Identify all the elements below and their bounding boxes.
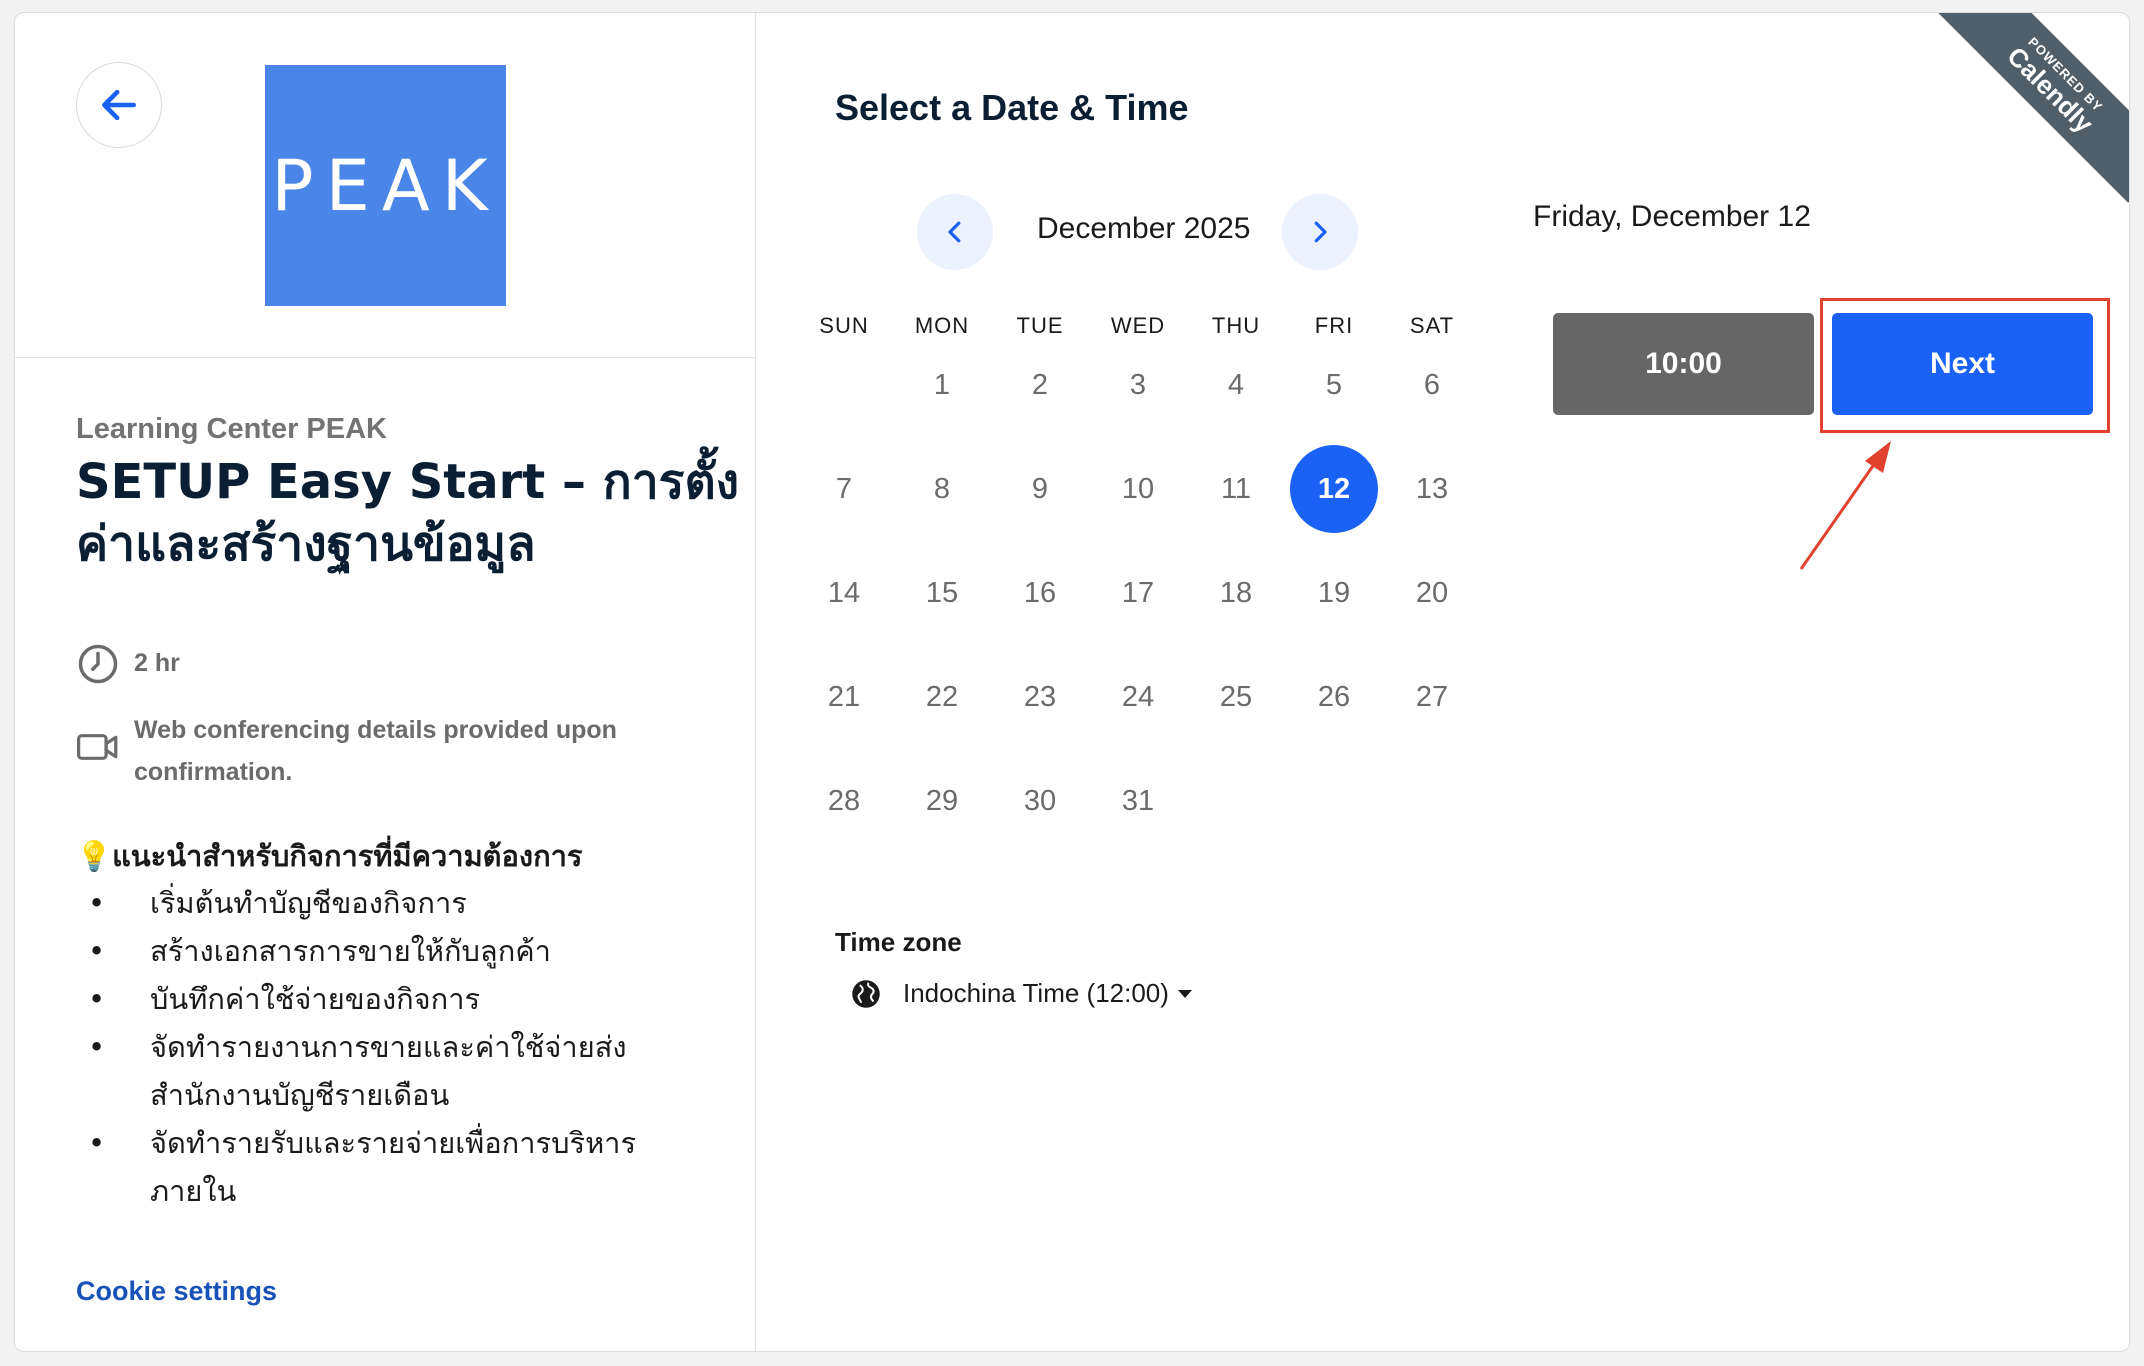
weekday-label: WED (1110, 313, 1166, 338)
company-logo: PEAK (265, 65, 506, 306)
calendar-day[interactable]: 2 (996, 341, 1084, 429)
calendar-day[interactable]: 3 (1094, 341, 1182, 429)
calendar-day[interactable]: 31 (1094, 757, 1182, 845)
timezone-select[interactable]: Indochina Time (12:00) (851, 978, 1193, 1009)
conferencing-row: Web conferencing details provided upon c… (76, 709, 696, 793)
calendar-day[interactable]: 6 (1388, 341, 1476, 429)
weekday-label: THU (1211, 313, 1261, 338)
list-item: • เริ่มต้นทำบัญชีของกิจการ (88, 886, 467, 920)
selected-date-heading: Friday, December 12 (1533, 200, 1811, 233)
list-item: • จัดทำรายงานการขายและค่าใช้จ่ายส่งสำนักง… (88, 1030, 627, 1112)
calendar-day[interactable]: 24 (1094, 653, 1182, 741)
powered-by-badge[interactable]: POWERED BY Calendly (1929, 13, 2129, 213)
timezone-value: Indochina Time (12:00) (903, 978, 1169, 1008)
calendar-day[interactable]: 8 (898, 445, 986, 533)
weekday-label: MON (914, 313, 970, 338)
timezone-label: Time zone (835, 927, 962, 957)
cookie-settings-link[interactable]: Cookie settings (76, 1276, 277, 1307)
event-details-panel: PEAK Learning Center PEAK SETUP Easy Sta… (15, 13, 756, 1351)
recommendation-list: • เริ่มต้นทำบัญชีของกิจการ • สร้างเอกสารกา… (76, 879, 676, 1215)
calendar-day[interactable]: 29 (898, 757, 986, 845)
calendar-day[interactable]: 9 (996, 445, 1084, 533)
calendar-day[interactable]: 30 (996, 757, 1084, 845)
calendar-day[interactable]: 21 (800, 653, 888, 741)
arrow-left-icon (102, 89, 136, 121)
calendar-day[interactable]: 5 (1290, 341, 1378, 429)
weekday-label: FRI (1314, 313, 1354, 338)
calendar-day[interactable]: 17 (1094, 549, 1182, 637)
conferencing-text: Web conferencing details provided upon c… (134, 716, 617, 786)
next-month-button[interactable] (1282, 194, 1358, 270)
duration-row: 2 hr (76, 642, 180, 686)
calendar-day[interactable]: 16 (996, 549, 1084, 637)
next-button[interactable]: Next (1832, 313, 2093, 415)
calendar-day[interactable]: 4 (1192, 341, 1280, 429)
time-slot-button[interactable]: 10:00 (1553, 313, 1814, 415)
video-camera-icon (77, 734, 118, 760)
calendar-day[interactable]: 25 (1192, 653, 1280, 741)
calendar-day-selected[interactable]: 12 (1290, 445, 1378, 533)
annotation-arrow-icon (1799, 441, 1891, 570)
chevron-right-icon (1314, 221, 1327, 243)
weekday-label: SAT (1409, 313, 1455, 338)
calendar-day[interactable]: 23 (996, 653, 1084, 741)
back-button[interactable] (76, 62, 162, 148)
calendar-day[interactable]: 19 (1290, 549, 1378, 637)
calendar-day[interactable]: 11 (1192, 445, 1280, 533)
recommendation-title: 💡แนะนำสำหรับกิจการที่มีความต้องการ (76, 839, 583, 873)
calendar-day[interactable]: 26 (1290, 653, 1378, 741)
calendar-day[interactable]: 13 (1388, 445, 1476, 533)
weekday-label: TUE (1016, 313, 1064, 338)
weekday-label: SUN (819, 313, 869, 338)
caret-down-icon (1177, 989, 1192, 998)
calendar-day[interactable]: 1 (898, 341, 986, 429)
event-title: SETUP Easy Start – การตั้งค่าและสร้างฐาน… (76, 454, 740, 572)
clock-icon (78, 644, 118, 684)
duration-text: 2 hr (134, 649, 180, 677)
page-title: Select a Date & Time (835, 87, 1189, 128)
calendar-day[interactable]: 20 (1388, 549, 1476, 637)
chevron-left-icon (948, 221, 961, 243)
calendar-day[interactable]: 7 (800, 445, 888, 533)
scheduling-card: PEAK Learning Center PEAK SETUP Easy Sta… (14, 12, 2130, 1352)
calendar-day[interactable]: 28 (800, 757, 888, 845)
event-header: PEAK (15, 13, 755, 358)
month-label: December 2025 (1037, 212, 1251, 245)
list-item: • สร้างเอกสารการขายให้กับลูกค้า (88, 934, 551, 968)
logo-text: PEAK (271, 144, 500, 227)
calendar-day[interactable]: 15 (898, 549, 986, 637)
globe-icon (852, 979, 880, 1008)
calendar-day[interactable]: 10 (1094, 445, 1182, 533)
organizer-name: Learning Center PEAK (76, 413, 387, 445)
calendar-day[interactable]: 27 (1388, 653, 1476, 741)
list-item: • จัดทำรายรับและรายจ่ายเพื่อการบริหารภายใ… (88, 1126, 637, 1208)
calendar-day[interactable]: 14 (800, 549, 888, 637)
calendar-day[interactable]: 22 (898, 653, 986, 741)
calendar-day[interactable]: 18 (1192, 549, 1280, 637)
previous-month-button[interactable] (917, 194, 993, 270)
list-item: • บันทึกค่าใช้จ่ายของกิจการ (88, 982, 481, 1016)
